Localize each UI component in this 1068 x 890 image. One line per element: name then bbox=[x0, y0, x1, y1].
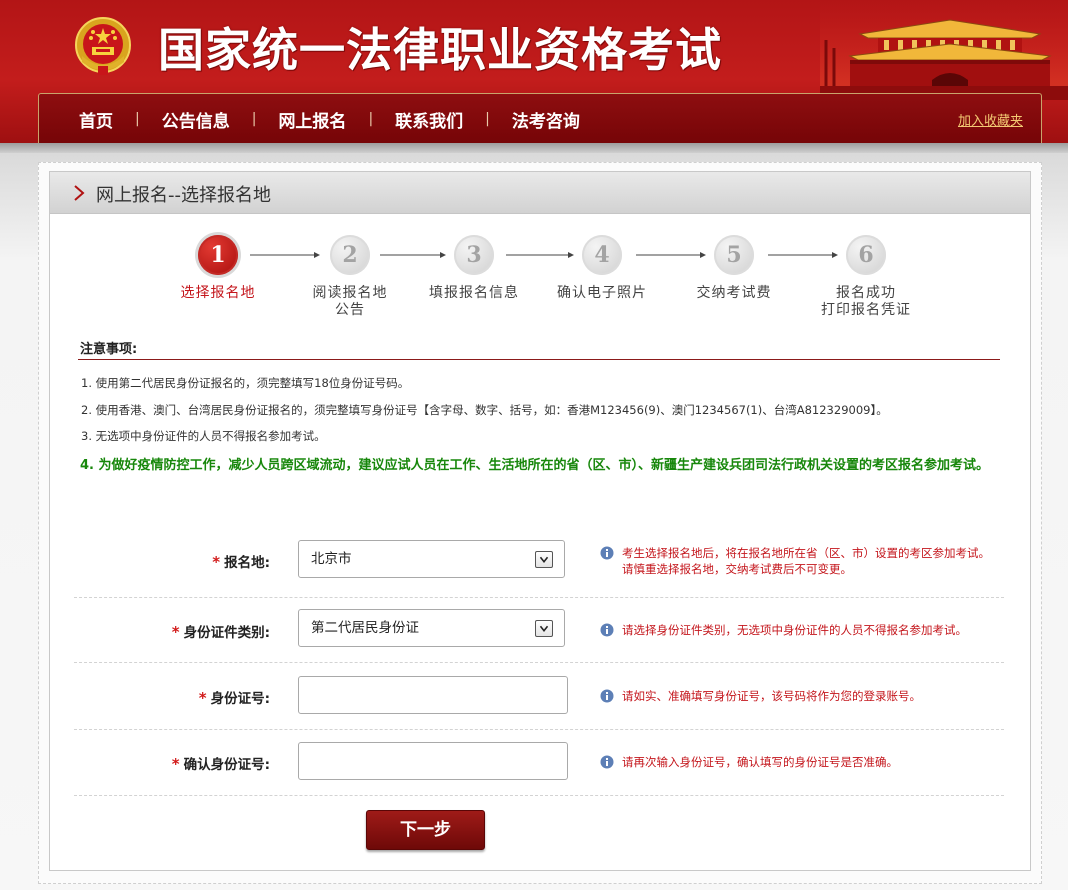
info-icon bbox=[600, 755, 614, 769]
chevron-down-icon bbox=[535, 620, 553, 637]
notice-item: 1. 使用第二代居民身份证报名的，须完整填写18位身份证号码。 bbox=[81, 376, 410, 390]
site-title: 国家统一法律职业资格考试 bbox=[158, 23, 722, 77]
nav-item-announcements[interactable]: 公告信息 bbox=[162, 107, 230, 132]
notice-divider bbox=[78, 359, 1000, 360]
chevron-right-icon bbox=[74, 185, 85, 201]
row-divider bbox=[74, 795, 1004, 796]
id-number-input[interactable] bbox=[298, 676, 568, 714]
location-select[interactable]: 北京市 bbox=[298, 540, 565, 578]
tiananmen-illustration bbox=[820, 0, 1068, 100]
notice-item: 3. 无选项中身份证件的人员不得报名参加考试。 bbox=[81, 429, 326, 443]
main-nav: 首页 | 公告信息 | 网上报名 | 联系我们 | 法考咨询 加入收藏夹 bbox=[38, 93, 1042, 143]
info-icon bbox=[600, 689, 614, 703]
row-divider bbox=[74, 597, 1004, 598]
header-divider bbox=[0, 143, 1068, 153]
page-title: 网上报名--选择报名地 bbox=[96, 185, 271, 206]
nav-item-home[interactable]: 首页 bbox=[79, 107, 113, 132]
location-label: * 报名地: bbox=[212, 553, 270, 571]
id-number-label: * 身份证号: bbox=[198, 689, 270, 707]
nav-separator: | bbox=[135, 111, 140, 127]
nav-item-online-registration[interactable]: 网上报名 bbox=[278, 107, 346, 132]
info-icon bbox=[600, 546, 614, 560]
id-confirm-input[interactable] bbox=[298, 742, 568, 780]
row-divider bbox=[74, 662, 1004, 663]
id-type-hint: 请选择身份证件类别，无选项中身份证件的人员不得报名参加考试。 bbox=[622, 623, 967, 637]
id-type-select[interactable]: 第二代居民身份证 bbox=[298, 609, 565, 647]
id-confirm-hint: 请再次输入身份证号，确认填写的身份证号是否准确。 bbox=[622, 755, 898, 769]
nav-item-consultation[interactable]: 法考咨询 bbox=[512, 107, 580, 132]
nav-separator: | bbox=[251, 111, 257, 127]
site-header: 国家统一法律职业资格考试 首页 | 公告信息 | 网上报名 | 联系我们 | 法… bbox=[0, 0, 1068, 145]
next-step-button[interactable]: 下一步 bbox=[366, 810, 485, 850]
notice-item: 2. 使用香港、澳门、台湾居民身份证报名的，须完整填写身份证号【含字母、数字、括… bbox=[81, 403, 888, 417]
id-type-label: * 身份证件类别: bbox=[171, 623, 270, 641]
nav-separator: | bbox=[368, 111, 374, 127]
row-divider bbox=[74, 729, 1004, 730]
id-confirm-label: * 确认身份证号: bbox=[171, 755, 270, 773]
panel-header: 网上报名--选择报名地 bbox=[50, 172, 1030, 214]
notice-title: 注意事项: bbox=[80, 342, 138, 357]
location-hint: 考生选择报名地后，将在报名地所在省（区、市）设置的考区参加考试。请慎重选择报名地… bbox=[622, 546, 990, 576]
national-emblem-icon bbox=[75, 17, 131, 75]
nav-separator: | bbox=[485, 111, 490, 127]
id-number-hint: 请如实、准确填写身份证号，该号码将作为您的登录账号。 bbox=[622, 689, 921, 703]
notice-highlight: 4. 为做好疫情防控工作，减少人员跨区域流动，建议应试人员在工作、生活地所在的省… bbox=[80, 458, 990, 473]
add-bookmark-link[interactable]: 加入收藏夹 bbox=[958, 110, 1023, 129]
info-icon bbox=[600, 623, 614, 637]
nav-item-contact[interactable]: 联系我们 bbox=[395, 107, 463, 132]
chevron-down-icon bbox=[535, 551, 553, 568]
